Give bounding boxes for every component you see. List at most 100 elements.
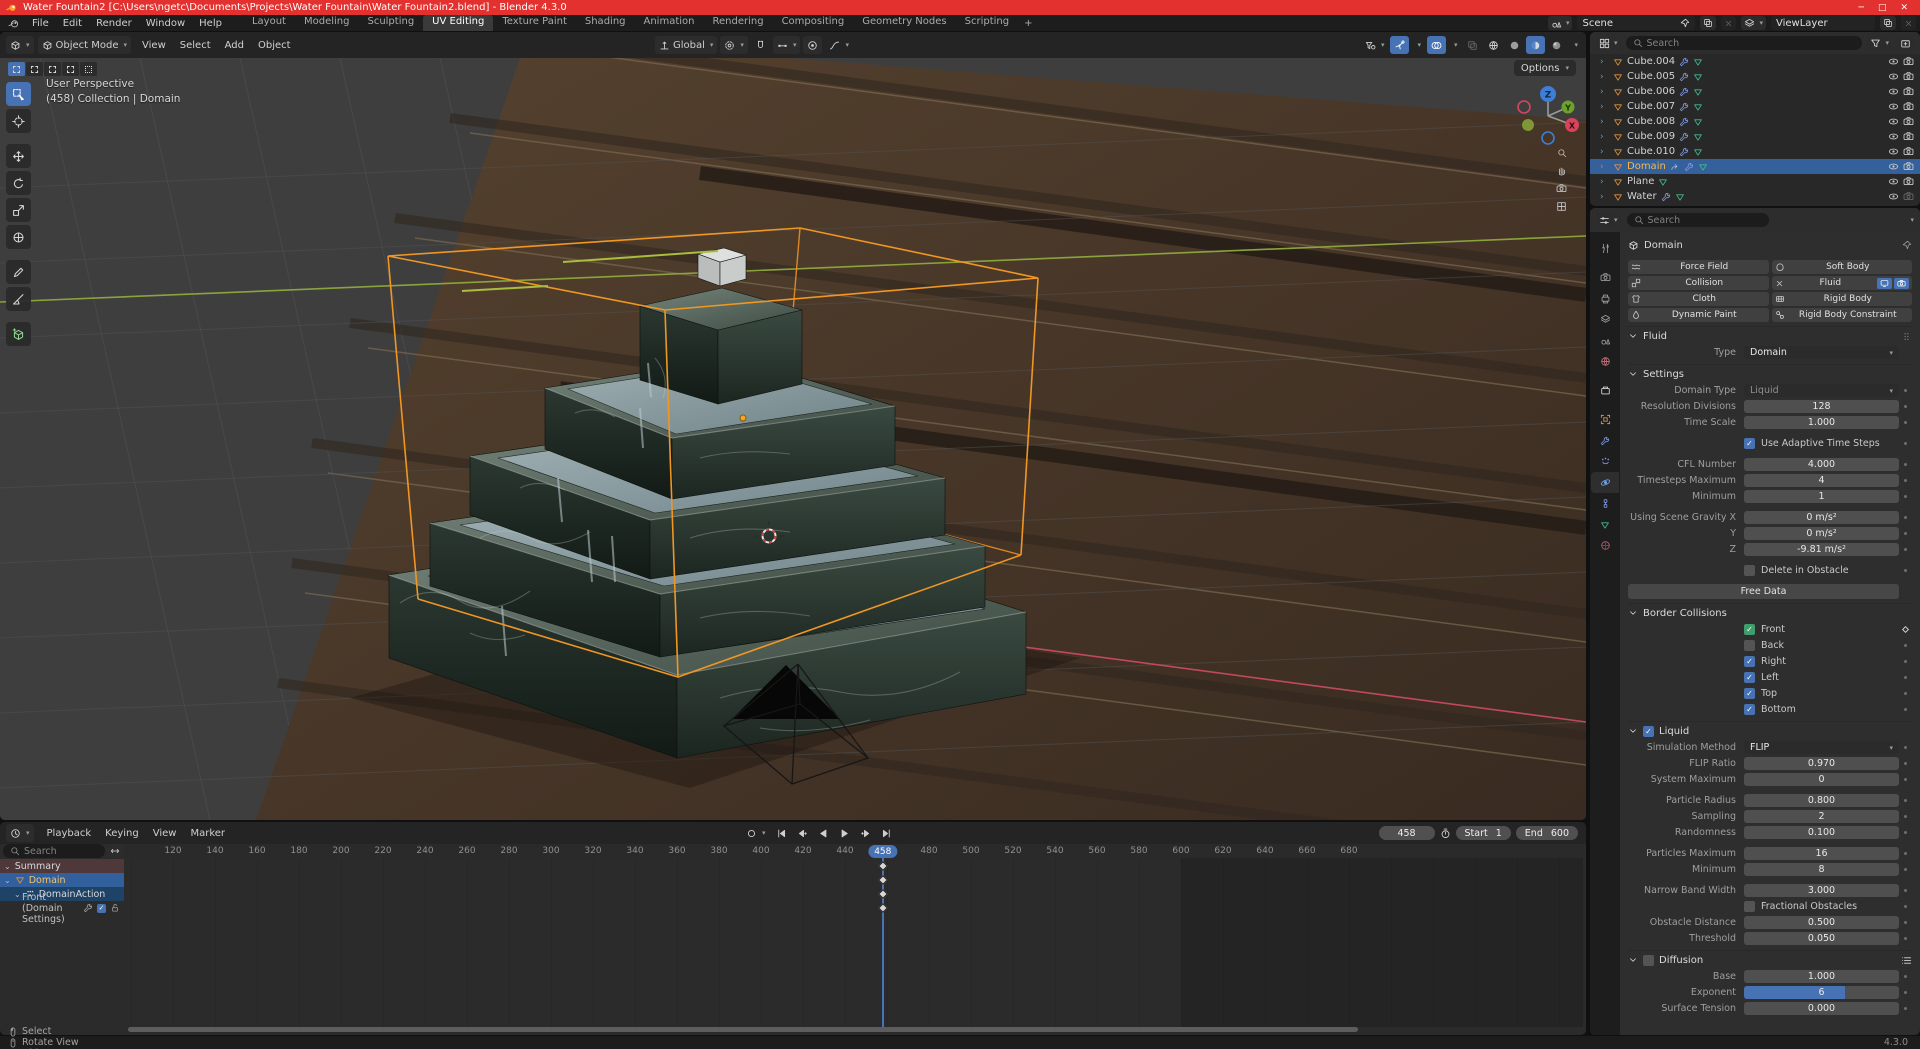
tab-material[interactable] [1591, 535, 1619, 556]
outliner-display-mode-button[interactable]: ▾ [1596, 36, 1621, 50]
snap-toggle[interactable] [751, 36, 770, 54]
navigation-gizmo[interactable]: Z Y X [1510, 72, 1586, 152]
workspace-tab-rendering[interactable]: Rendering [703, 15, 772, 31]
using-scene-gravity-x-field[interactable]: 0 m/s² [1744, 511, 1899, 524]
exponent-slider[interactable]: 6 [1744, 986, 1899, 999]
channel-enable-checkbox[interactable]: ✓ [97, 903, 106, 913]
hide-viewport-icon[interactable] [1888, 161, 1899, 172]
object-name[interactable]: Cube.004 [1627, 56, 1675, 67]
outliner-item-cube-008[interactable]: › Cube.008 [1590, 114, 1920, 129]
tab-object-data[interactable] [1591, 514, 1619, 535]
workspace-tab-modeling[interactable]: Modeling [295, 15, 359, 31]
zoom-icon[interactable] [1556, 148, 1567, 158]
channel-summary[interactable]: ⌄ Summary [0, 859, 124, 873]
timeline-menu-keying[interactable]: Keying [98, 828, 146, 839]
timeline-menu-playback[interactable]: Playback [40, 828, 99, 839]
transform-orientation-dropdown[interactable]: Global ▾ [655, 36, 718, 54]
pan-icon[interactable] [1556, 165, 1567, 176]
object-name[interactable]: Domain [1627, 161, 1666, 172]
hide-viewport-icon[interactable] [1888, 191, 1899, 202]
shading-solid-button[interactable] [1505, 36, 1524, 54]
timeline-menu-view[interactable]: View [146, 828, 184, 839]
timeline-editor-type-button[interactable]: ▾ [6, 824, 34, 842]
disable-render-icon[interactable] [1903, 101, 1914, 112]
overlays-toggle[interactable] [1426, 36, 1446, 54]
object-name[interactable]: Cube.006 [1627, 86, 1675, 97]
object-name[interactable]: Water [1627, 191, 1657, 202]
delete-scene-button[interactable] [1721, 16, 1737, 30]
viewlayer-selector-button[interactable]: ▾ [1741, 16, 1766, 30]
breadcrumb-object-name[interactable]: Domain [1644, 240, 1683, 251]
obstacle-distance-field[interactable]: 0.500 [1744, 916, 1899, 929]
object-name[interactable]: Cube.008 [1627, 116, 1675, 127]
cfl-number-field[interactable]: 4.000 [1744, 458, 1899, 471]
current-frame-field[interactable]: 458 [1378, 826, 1435, 840]
tab-object[interactable] [1591, 409, 1619, 430]
disable-render-icon[interactable] [1903, 131, 1914, 142]
presets-icon[interactable] [1901, 955, 1912, 966]
object-name[interactable]: Cube.007 [1627, 101, 1675, 112]
properties-editor-type-button[interactable]: ▾ [1596, 213, 1621, 227]
add-cube-tool[interactable] [6, 322, 31, 346]
minimum-field[interactable]: 1 [1744, 490, 1899, 503]
shading-wireframe-button[interactable] [1484, 36, 1503, 54]
outliner-search-input[interactable] [1646, 37, 1856, 49]
timeline-scrollbar[interactable] [128, 1027, 1358, 1032]
maximize-button[interactable]: □ [1878, 3, 1887, 13]
hide-viewport-icon[interactable] [1888, 86, 1899, 97]
fluid-render-toggle[interactable] [1894, 277, 1909, 289]
disable-render-icon[interactable] [1903, 56, 1914, 67]
expand-icon[interactable]: › [1600, 177, 1609, 187]
workspace-tab-uv-editing[interactable]: UV Editing [423, 15, 494, 31]
timeline-ruler[interactable]: 120 140 160 180 200 220 240 260 280 300 320 340 360 3… [124, 844, 1583, 858]
scene-selector-button[interactable]: ▾ [1547, 16, 1573, 30]
shading-rendered-button[interactable] [1547, 36, 1566, 54]
jump-to-start-button[interactable] [772, 824, 791, 842]
menu-render[interactable]: Render [89, 18, 139, 29]
current-frame-indicator[interactable]: 458 [868, 845, 898, 858]
cursor-tool[interactable] [6, 109, 31, 133]
base-field[interactable]: 1.000 [1744, 970, 1899, 983]
show-object-types-dropdown[interactable]: ▾ [1361, 36, 1389, 54]
sampling-field[interactable]: 2 [1744, 810, 1899, 823]
fluid-type-dropdown[interactable]: Domain ▾ [1744, 346, 1899, 359]
hide-viewport-icon[interactable] [1888, 71, 1899, 82]
left-checkbox[interactable]: ✓ [1744, 672, 1755, 683]
select-mode-tweak[interactable] [8, 62, 25, 76]
properties-search-input[interactable] [1647, 214, 1762, 226]
editor-type-button[interactable]: ▾ [6, 36, 34, 54]
liquid-checkbox[interactable]: ✓ [1643, 725, 1654, 737]
rotate-tool[interactable] [6, 171, 31, 195]
hide-viewport-icon[interactable] [1888, 176, 1899, 187]
disable-render-icon[interactable] [1903, 161, 1914, 172]
delete-viewlayer-button[interactable] [1901, 16, 1916, 30]
disable-render-icon[interactable] [1903, 86, 1914, 97]
outliner-item-water[interactable]: › Water [1590, 189, 1920, 204]
camera-view-icon[interactable] [1556, 183, 1567, 194]
workspace-tab-texture-paint[interactable]: Texture Paint [493, 15, 576, 31]
particle-radius-field[interactable]: 0.800 [1744, 794, 1899, 807]
select-mode-paint[interactable] [80, 62, 97, 76]
expand-icon[interactable]: › [1600, 162, 1609, 172]
prev-keyframe-button[interactable] [793, 824, 812, 842]
channel-search[interactable] [3, 844, 105, 858]
object-name[interactable]: Cube.010 [1627, 146, 1675, 157]
drag-handle-icon[interactable] [1901, 331, 1912, 342]
timesteps-maximum-field[interactable]: 4 [1744, 474, 1899, 487]
outliner-item-plane[interactable]: › Plane [1590, 174, 1920, 189]
expand-icon[interactable]: › [1600, 87, 1609, 97]
physics-button-fluid[interactable]: Fluid [1771, 276, 1912, 290]
auto-keying-toggle[interactable]: ▾ [742, 824, 770, 842]
expand-icon[interactable]: › [1600, 117, 1609, 127]
hide-viewport-icon[interactable] [1888, 131, 1899, 142]
physics-button-cloth[interactable]: Cloth [1628, 292, 1769, 306]
time-scale-field[interactable]: 1.000 [1744, 416, 1899, 429]
outliner-item-cube-006[interactable]: › Cube.006 [1590, 84, 1920, 99]
expand-icon[interactable]: › [1600, 102, 1609, 112]
outliner-item-cube-009[interactable]: › Cube.009 [1590, 129, 1920, 144]
viewport-menu-object[interactable]: Object [251, 40, 298, 51]
pivot-point-dropdown[interactable]: ▾ [720, 36, 748, 54]
physics-button-rigid-body[interactable]: Rigid Body [1771, 292, 1912, 306]
proportional-edit-toggle[interactable] [803, 36, 823, 54]
disable-render-icon[interactable] [1903, 146, 1914, 157]
